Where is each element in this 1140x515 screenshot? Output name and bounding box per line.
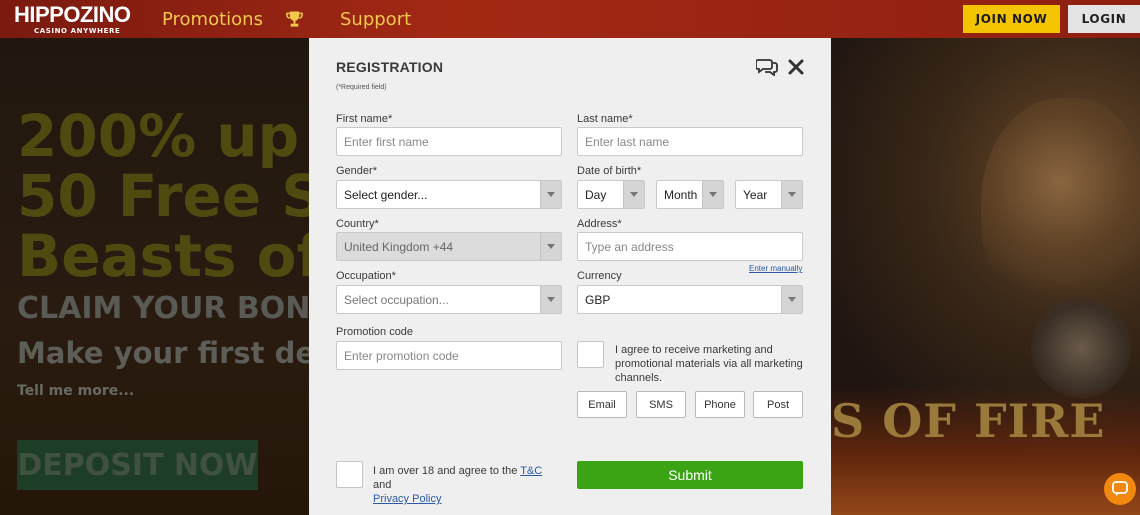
game-title-art: S OF FIRE bbox=[831, 394, 1106, 448]
top-navigation-bar: HIPPOZINO CASINO ANYWHERE Promotions Sup… bbox=[0, 0, 1140, 38]
country-select-value: United Kingdom +44 bbox=[344, 239, 454, 254]
hero-headline-line-3: Beasts of F bbox=[17, 222, 309, 290]
terms-text: I am over 18 and agree to the T&C and Pr… bbox=[373, 464, 563, 506]
currency-select-value: GBP bbox=[585, 292, 611, 307]
lion-artwork bbox=[981, 98, 1140, 308]
occupation-select-value: Select occupation... bbox=[344, 292, 449, 307]
join-now-button[interactable]: JOIN NOW bbox=[963, 5, 1060, 33]
dob-year-select[interactable]: Year bbox=[735, 180, 803, 209]
last-name-label: Last name* bbox=[577, 113, 633, 125]
chevron-down-icon bbox=[781, 286, 802, 313]
required-field-note: (*Required field) bbox=[336, 84, 387, 91]
chevron-down-icon bbox=[540, 233, 561, 260]
first-name-label: First name* bbox=[336, 113, 393, 125]
chevron-down-icon bbox=[781, 181, 802, 208]
chat-bubble-icon bbox=[1112, 481, 1128, 496]
registration-modal: REGISTRATION (*Required field) First nam… bbox=[309, 38, 831, 515]
dob-day-value: Day bbox=[585, 187, 607, 202]
hero-claim-bonus: CLAIM YOUR BONUS bbox=[17, 291, 309, 326]
occupation-label: Occupation* bbox=[336, 270, 396, 282]
privacy-policy-link[interactable]: Privacy Policy bbox=[373, 493, 441, 505]
gender-select[interactable]: Select gender... bbox=[336, 180, 562, 209]
dob-day-select[interactable]: Day bbox=[577, 180, 645, 209]
enter-manually-link[interactable]: Enter manually bbox=[749, 264, 802, 273]
channel-email-button[interactable]: Email bbox=[577, 391, 627, 418]
country-select: United Kingdom +44 bbox=[336, 232, 562, 261]
date-of-birth-label: Date of birth* bbox=[577, 165, 642, 177]
channel-post-button[interactable]: Post bbox=[753, 391, 803, 418]
address-input[interactable] bbox=[577, 232, 803, 261]
login-button[interactable]: LOGIN bbox=[1068, 5, 1140, 33]
live-chat-icon[interactable] bbox=[756, 58, 778, 76]
logo-text: HIPPOZINO bbox=[14, 2, 131, 27]
nav-promotions-link[interactable]: Promotions bbox=[162, 9, 263, 30]
occupation-select[interactable]: Select occupation... bbox=[336, 285, 562, 314]
promotion-code-input[interactable] bbox=[336, 341, 562, 370]
address-label: Address* bbox=[577, 218, 622, 230]
chevron-down-icon bbox=[702, 181, 723, 208]
currency-label: Currency bbox=[577, 270, 622, 282]
hero-headline-line-1: 200% up to bbox=[17, 102, 309, 170]
last-name-input[interactable] bbox=[577, 127, 803, 156]
hippozino-logo[interactable]: HIPPOZINO CASINO ANYWHERE bbox=[14, 2, 136, 36]
channel-sms-button[interactable]: SMS bbox=[636, 391, 686, 418]
logo-tagline: CASINO ANYWHERE bbox=[34, 27, 121, 35]
channel-phone-button[interactable]: Phone bbox=[695, 391, 745, 418]
promotion-code-label: Promotion code bbox=[336, 326, 414, 338]
raccoon-artwork bbox=[1031, 298, 1131, 398]
marketing-consent-checkbox[interactable] bbox=[577, 341, 604, 368]
country-label: Country* bbox=[336, 218, 379, 230]
terms-and-conditions-link[interactable]: T&C bbox=[520, 465, 542, 477]
first-name-input[interactable] bbox=[336, 127, 562, 156]
modal-title: REGISTRATION bbox=[336, 59, 444, 75]
dob-month-value: Month bbox=[664, 187, 698, 202]
currency-select[interactable]: GBP bbox=[577, 285, 803, 314]
submit-button[interactable]: Submit bbox=[577, 461, 803, 489]
game-art-background: S OF FIRE bbox=[831, 38, 1140, 515]
trophy-icon[interactable] bbox=[286, 10, 303, 28]
nav-support-link[interactable]: Support bbox=[340, 9, 411, 30]
terms-prefix: I am over 18 and agree to the bbox=[373, 465, 521, 477]
chevron-down-icon bbox=[540, 181, 561, 208]
hero-headline-line-2: 50 Free Spi bbox=[17, 162, 309, 230]
chevron-down-icon bbox=[540, 286, 561, 313]
dob-month-select[interactable]: Month bbox=[656, 180, 724, 209]
marketing-consent-text: I agree to receive marketing and promoti… bbox=[615, 344, 803, 384]
gender-select-value: Select gender... bbox=[344, 187, 428, 202]
terms-middle: and bbox=[373, 479, 392, 491]
gender-label: Gender* bbox=[336, 165, 377, 177]
dob-year-value: Year bbox=[743, 187, 768, 202]
terms-checkbox[interactable] bbox=[336, 461, 363, 488]
chevron-down-icon bbox=[623, 181, 644, 208]
hero-tell-me-more-link[interactable]: Tell me more... bbox=[17, 383, 134, 399]
hero-make-deposit: Make your first depos bbox=[17, 336, 309, 370]
promo-hero-background: 200% up to 50 Free Spi Beasts of F CLAIM… bbox=[0, 38, 309, 515]
floating-chat-button[interactable] bbox=[1104, 473, 1136, 505]
close-icon[interactable] bbox=[788, 59, 804, 75]
deposit-now-button[interactable]: DEPOSIT NOW bbox=[17, 440, 258, 490]
